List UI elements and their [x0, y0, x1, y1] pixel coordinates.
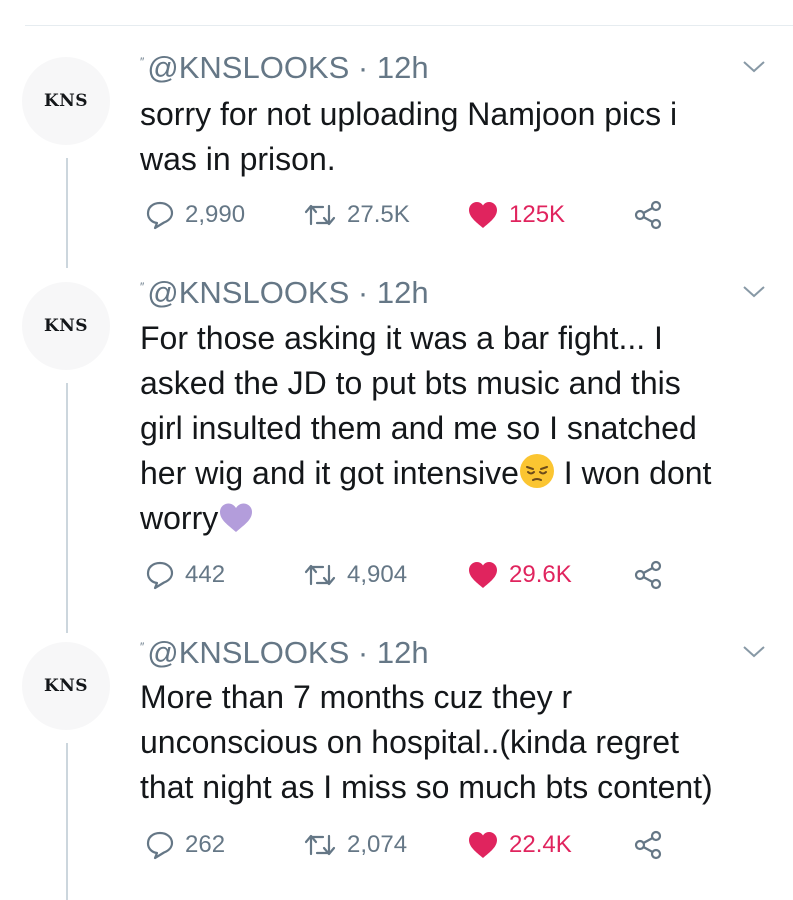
- tweet-header: ″@KNSLOOKS · 12h: [140, 50, 429, 86]
- header-separator: ·: [357, 50, 369, 85]
- tweet-text-line: her wig and it got intensive I won dont: [140, 451, 780, 496]
- pensive-face-emoji: [519, 454, 554, 488]
- share-icon: [634, 830, 662, 860]
- retweet-icon: [304, 564, 336, 586]
- action-bar: 442 4,904 29.6K: [145, 558, 705, 592]
- tweet-text-line: asked the JD to put bts music and this: [140, 365, 681, 401]
- avatar[interactable]: KNS: [22, 642, 110, 730]
- user-handle[interactable]: @KNSLOOKS: [147, 50, 349, 85]
- header-separator: ·: [357, 635, 369, 670]
- retweet-icon: [304, 204, 336, 226]
- reply-count: 2,990: [185, 201, 246, 228]
- retweet-button[interactable]: 2,074: [303, 828, 407, 862]
- heart-filled-icon: [469, 832, 497, 858]
- timestamp[interactable]: 12h: [377, 275, 429, 310]
- retweet-count: 27.5K: [347, 201, 410, 228]
- avatar-text: KNS: [43, 316, 89, 336]
- tweet-text-line: girl insulted them and me so I snatched: [140, 410, 697, 446]
- retweet-button[interactable]: 4,904: [303, 558, 407, 592]
- action-bar: 262 2,074 22.4K: [145, 828, 705, 862]
- top-divider: [25, 25, 793, 26]
- share-button[interactable]: [633, 198, 663, 232]
- reply-icon: [146, 561, 174, 590]
- header-mark: ″: [140, 55, 145, 69]
- reply-icon: [146, 201, 174, 230]
- share-icon: [634, 200, 662, 230]
- purple-heart-emoji: [220, 503, 253, 532]
- reply-button[interactable]: 2,990: [145, 198, 245, 232]
- thread-line: [66, 743, 68, 900]
- header-mark: ″: [140, 280, 145, 294]
- user-handle[interactable]: @KNSLOOKS: [147, 635, 349, 670]
- reply-count: 442: [185, 561, 226, 588]
- user-handle[interactable]: @KNSLOOKS: [147, 275, 349, 310]
- tweet-text: For those asking it was a bar fight... I…: [140, 316, 780, 541]
- reply-button[interactable]: 442: [145, 558, 225, 592]
- chevron-down-icon[interactable]: [742, 285, 766, 299]
- share-button[interactable]: [633, 558, 663, 592]
- avatar-text: KNS: [43, 676, 89, 696]
- header-mark: ″: [140, 640, 145, 654]
- retweet-count: 2,074: [347, 831, 408, 858]
- timestamp[interactable]: 12h: [377, 635, 429, 670]
- like-count: 22.4K: [509, 831, 572, 858]
- retweet-button[interactable]: 27.5K: [303, 198, 410, 232]
- thread-line: [66, 383, 68, 633]
- tweet-text-line: worry: [140, 496, 780, 541]
- retweet-icon: [304, 834, 336, 856]
- tweet-header: ″@KNSLOOKS · 12h: [140, 635, 429, 671]
- tweet-text: sorry for not uploading Namjoon pics i w…: [140, 92, 780, 182]
- chevron-down-icon[interactable]: [742, 60, 766, 74]
- avatar[interactable]: KNS: [22, 57, 110, 145]
- avatar[interactable]: KNS: [22, 282, 110, 370]
- thread-line: [66, 158, 68, 268]
- tweet-text: More than 7 months cuz they r unconsciou…: [140, 675, 780, 810]
- reply-icon: [146, 831, 174, 860]
- tweet-text-fragment: worry: [140, 500, 219, 536]
- tweet-text-line: sorry for not uploading Namjoon pics i: [140, 96, 678, 132]
- like-count: 125K: [509, 201, 566, 228]
- like-button[interactable]: 29.6K: [467, 558, 572, 592]
- like-button[interactable]: 125K: [467, 198, 565, 232]
- retweet-count: 4,904: [347, 561, 408, 588]
- avatar-text: KNS: [43, 91, 89, 111]
- like-button[interactable]: 22.4K: [467, 828, 572, 862]
- like-count: 29.6K: [509, 561, 572, 588]
- tweet-text-line: was in prison.: [140, 141, 336, 177]
- tweet-text-fragment: her wig and it got intensive: [140, 455, 519, 491]
- reply-count: 262: [185, 831, 226, 858]
- tweet-text-line: that night as I miss so much bts content…: [140, 769, 713, 805]
- reply-button[interactable]: 262: [145, 828, 225, 862]
- share-icon: [634, 560, 662, 590]
- tweet-text-line: unconscious on hospital..(kinda regret: [140, 724, 679, 760]
- heart-filled-icon: [469, 562, 497, 588]
- timestamp[interactable]: 12h: [377, 50, 429, 85]
- tweet-text-fragment: I won dont: [563, 455, 712, 491]
- header-separator: ·: [357, 275, 369, 310]
- heart-filled-icon: [469, 202, 497, 228]
- tweet-header: ″@KNSLOOKS · 12h: [140, 275, 429, 311]
- tweet-text-line: For those asking it was a bar fight... I: [140, 320, 663, 356]
- tweet-text-line: More than 7 months cuz they r: [140, 679, 573, 715]
- chevron-down-icon[interactable]: [742, 645, 766, 659]
- share-button[interactable]: [633, 828, 663, 862]
- action-bar: 2,990 27.5K 125K: [145, 198, 705, 232]
